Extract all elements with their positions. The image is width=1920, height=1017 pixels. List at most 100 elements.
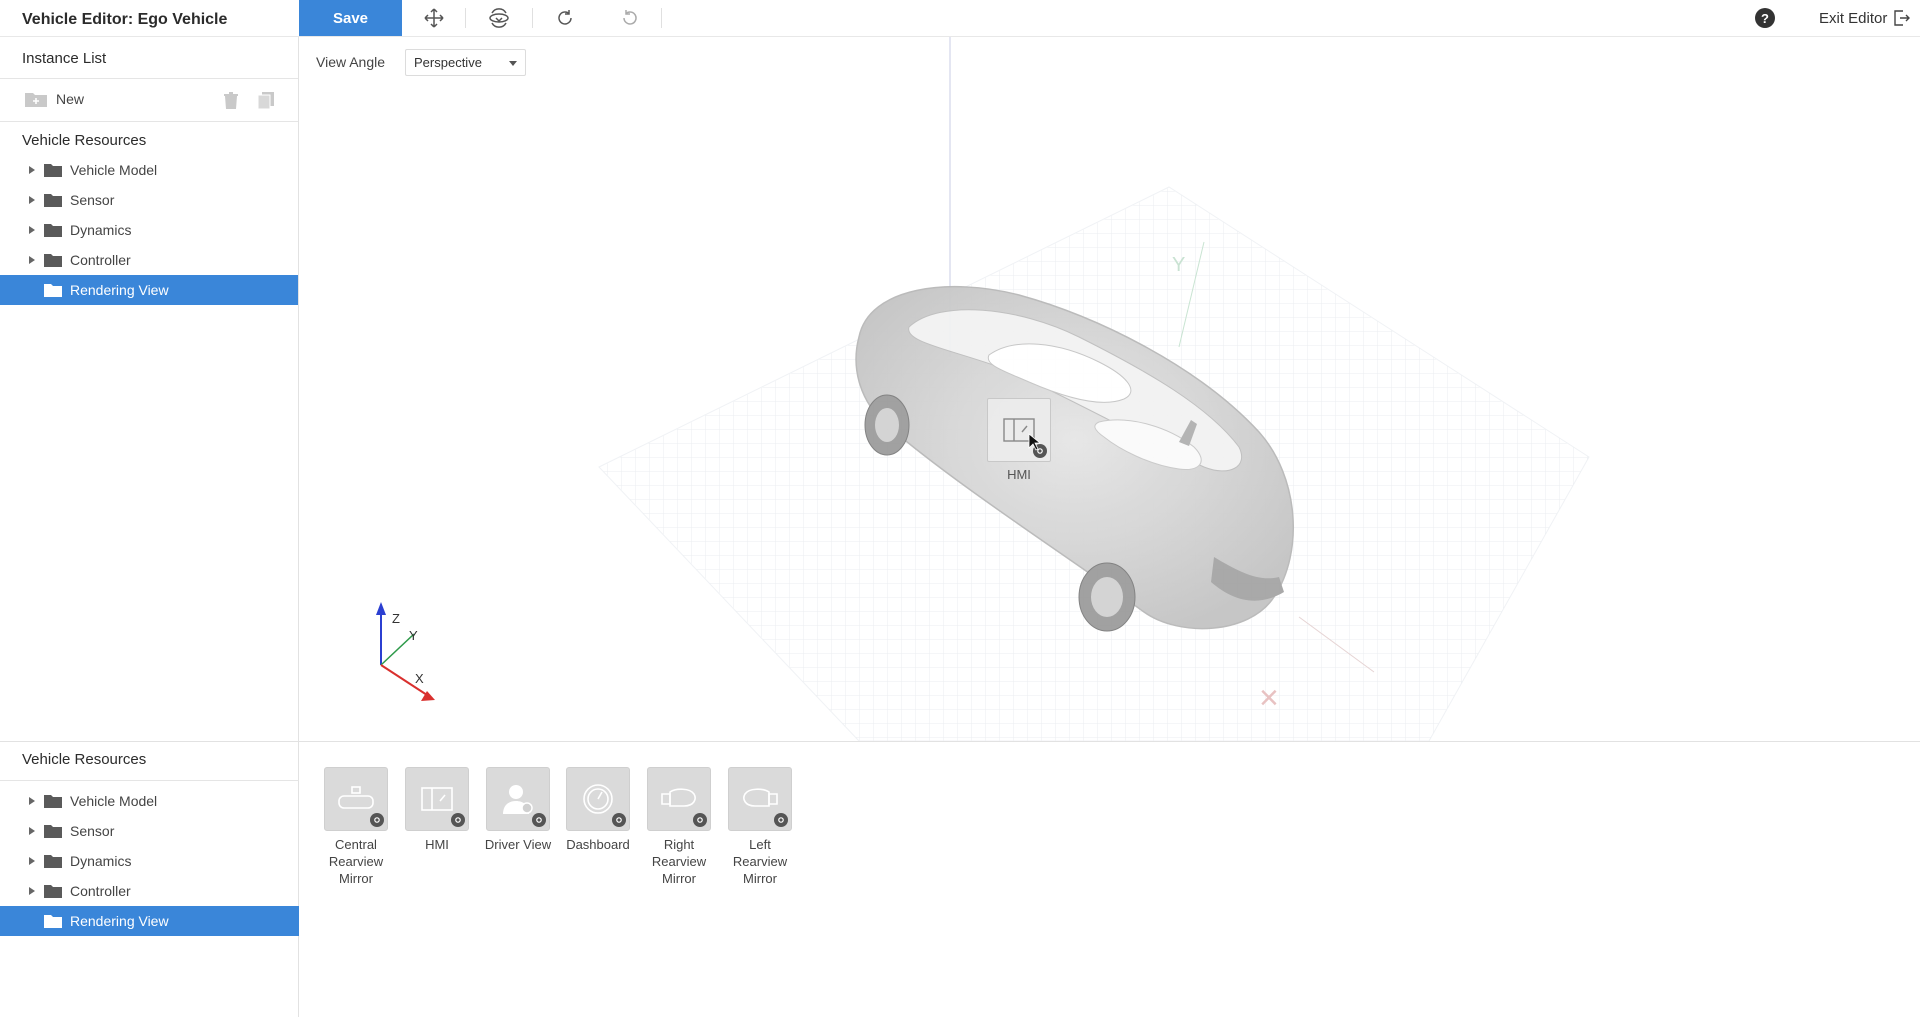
gauge-icon [583, 784, 613, 814]
cursor-icon [1028, 433, 1040, 451]
delete-icon[interactable] [221, 90, 241, 110]
tree-item-vehicle-model[interactable]: Vehicle Model [0, 155, 298, 185]
exit-editor-label: Exit Editor [1819, 9, 1888, 27]
vehicle-resources-title: Vehicle Resources [22, 132, 147, 149]
tree-item-label: Rendering View [70, 282, 169, 298]
rendering-view-card-central-mirror[interactable]: Central Rearview Mirror [311, 767, 401, 887]
app-title: Vehicle Editor: Ego Vehicle [22, 11, 228, 28]
rendering-view-card-hmi[interactable]: HMI [392, 767, 482, 853]
resource-thumb [647, 767, 711, 831]
svg-text:Y: Y [1172, 254, 1185, 276]
folder-icon [44, 854, 62, 868]
camera-icon [774, 813, 788, 827]
camera-icon [693, 813, 707, 827]
expand-arrow-icon[interactable] [26, 225, 38, 235]
tree-item-label: Rendering View [70, 913, 169, 929]
scene-canvas: Y × Z Y X [376, 37, 1590, 741]
resource-tree: Vehicle Model Sensor Dynamics Controller… [0, 155, 298, 305]
camera-icon [370, 813, 384, 827]
tree-item-label: Dynamics [70, 853, 132, 869]
view-angle-label: View Angle [316, 54, 386, 70]
expand-arrow-icon[interactable] [26, 255, 38, 265]
folder-icon [44, 824, 62, 838]
rendering-views-panel: Central Rearview Mirror HMI Driver View D… [299, 741, 1920, 1017]
folder-icon [44, 914, 62, 928]
folder-icon [44, 794, 62, 808]
resource-label: Driver View [484, 837, 552, 852]
resource-thumb [324, 767, 388, 831]
exit-icon [1894, 10, 1911, 26]
folder-icon [44, 283, 62, 297]
tree-item-vehicle-model[interactable]: Vehicle Model [0, 786, 299, 816]
bottom-resources-panel: Vehicle Resources Vehicle Model Sensor D… [0, 741, 299, 1017]
left-mirror-icon [743, 788, 778, 807]
move-icon[interactable] [421, 5, 447, 31]
resource-thumb [566, 767, 630, 831]
folder-icon [44, 163, 62, 177]
folder-icon [44, 884, 62, 898]
resource-label: Central Rearview Mirror [328, 837, 384, 886]
resource-label: Dashboard [566, 837, 630, 852]
screen-icon [421, 787, 453, 811]
tree-item-rendering-view[interactable]: Rendering View [0, 906, 299, 936]
axis-label-y: Y [409, 628, 418, 643]
tree-item-label: Controller [70, 252, 131, 268]
save-button[interactable]: Save [299, 0, 402, 36]
tree-item-label: Vehicle Model [70, 162, 158, 178]
expand-arrow-icon[interactable] [26, 796, 38, 806]
resource-thumb [486, 767, 550, 831]
folder-icon [44, 253, 62, 267]
chevron-down-icon [509, 61, 517, 66]
rendering-view-card-dashboard[interactable]: Dashboard [553, 767, 643, 853]
tree-item-label: Vehicle Model [70, 793, 158, 809]
new-instance-button[interactable]: New [24, 90, 84, 108]
redo-icon[interactable] [552, 5, 578, 31]
tree-item-label: Dynamics [70, 222, 132, 238]
folder-icon [44, 193, 62, 207]
hmi-marker[interactable] [987, 398, 1051, 462]
right-mirror-icon [661, 788, 696, 807]
instance-list-header: Instance List [0, 37, 298, 79]
camera-icon [451, 813, 465, 827]
axis-gizmo [376, 602, 435, 701]
mirror-icon [338, 786, 374, 809]
rendering-view-card-right-mirror[interactable]: Right Rearview Mirror [634, 767, 724, 887]
view-angle-value: Perspective [414, 55, 482, 70]
tree-item-label: Sensor [70, 192, 115, 208]
view-angle-select[interactable]: Perspective [405, 49, 526, 76]
tree-item-dynamics[interactable]: Dynamics [0, 846, 299, 876]
exit-editor-button[interactable]: Exit Editor [1819, 9, 1911, 27]
resource-thumb [405, 767, 469, 831]
undo-icon[interactable] [617, 5, 643, 31]
add-folder-icon [25, 93, 47, 107]
tree-item-rendering-view[interactable]: Rendering View [0, 275, 298, 305]
instance-toolbar: New [0, 79, 298, 122]
rotate-view-icon[interactable] [486, 5, 512, 31]
resource-label: HMI [425, 837, 449, 852]
tree-item-dynamics[interactable]: Dynamics [0, 215, 298, 245]
expand-arrow-icon[interactable] [26, 195, 38, 205]
tree-item-sensor[interactable]: Sensor [0, 185, 298, 215]
driver-icon [503, 785, 533, 814]
rendering-view-card-left-mirror[interactable]: Left Rearview Mirror [715, 767, 805, 887]
copy-icon[interactable] [256, 90, 276, 110]
help-icon[interactable]: ? [1755, 8, 1775, 28]
tree-item-controller[interactable]: Controller [0, 876, 299, 906]
resource-tree-bottom: Vehicle Model Sensor Dynamics Controller… [0, 781, 299, 936]
resource-label: Left Rearview Mirror [732, 837, 788, 886]
axis-label-x: X [415, 671, 424, 686]
vehicle-resources-title-bottom: Vehicle Resources [0, 742, 299, 781]
rendering-view-card-driver-view[interactable]: Driver View [473, 767, 563, 853]
expand-arrow-icon[interactable] [26, 856, 38, 866]
svg-text:×: × [1259, 679, 1279, 717]
resource-label: Right Rearview Mirror [651, 837, 707, 886]
tree-item-controller[interactable]: Controller [0, 245, 298, 275]
expand-arrow-icon[interactable] [26, 165, 38, 175]
expand-arrow-icon[interactable] [26, 826, 38, 836]
tree-item-sensor[interactable]: Sensor [0, 816, 299, 846]
tree-item-label: Sensor [70, 823, 115, 839]
3d-viewport[interactable]: Y × Z Y X View Angle Perspective HMI [299, 37, 1920, 741]
resource-thumb [728, 767, 792, 831]
top-toolbar: Vehicle Editor: Ego Vehicle Save ? Exit … [0, 0, 1920, 37]
expand-arrow-icon[interactable] [26, 886, 38, 896]
